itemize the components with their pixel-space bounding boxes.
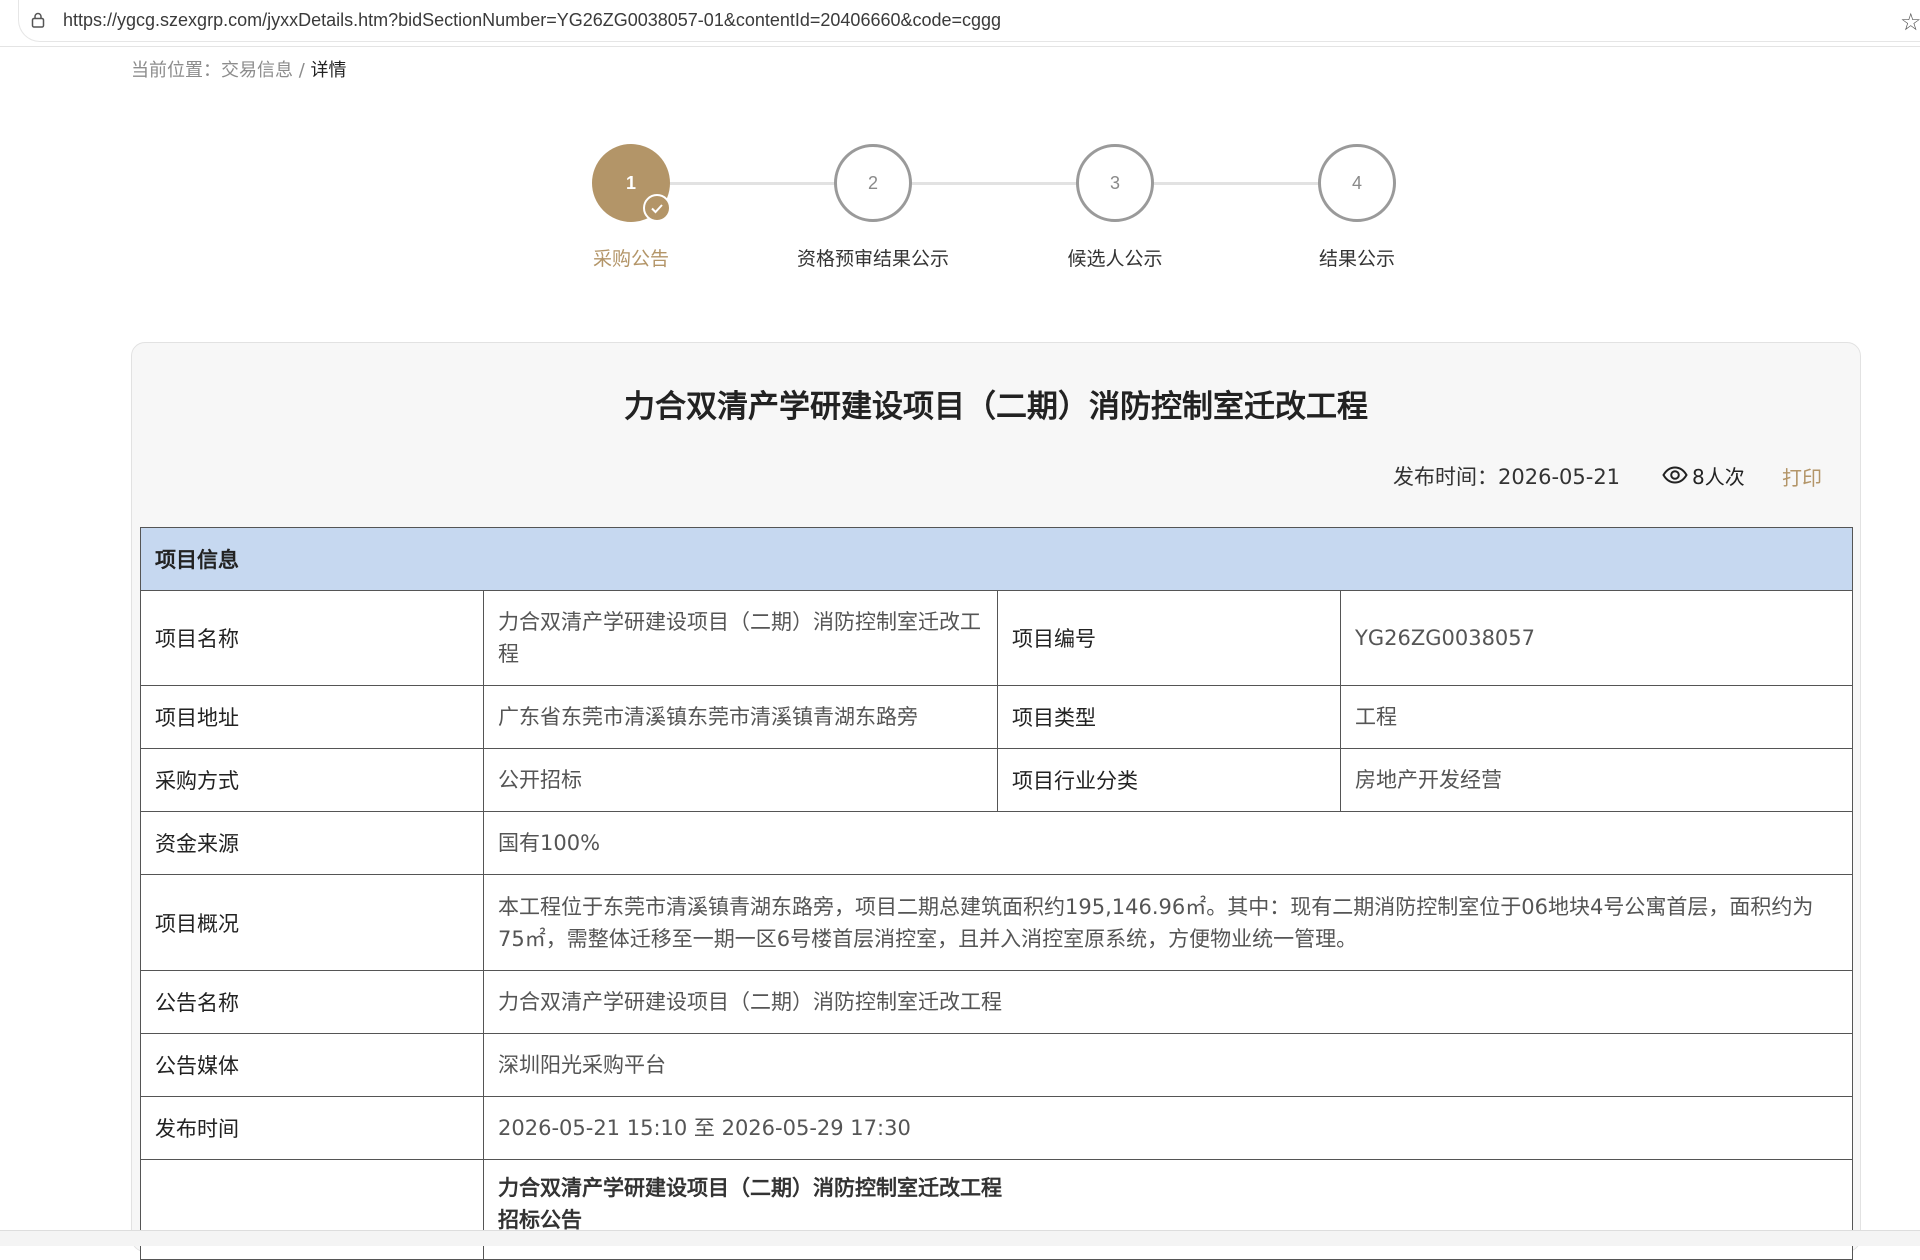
breadcrumb: 当前位置：交易信息 / 详情 [131, 56, 347, 82]
project-type-label: 项目类型 [997, 685, 1341, 749]
project-code-value: YG26ZG0038057 [1340, 590, 1853, 686]
step-4-label[interactable]: 结果公示 [1237, 244, 1477, 271]
notice-content-title: 力合双清产学研建设项目（二期）消防控制室迁改工程 [498, 1176, 1002, 1200]
breadcrumb-prefix: 当前位置： [131, 60, 221, 81]
check-icon [643, 194, 671, 222]
publish-period-value: 2026-05-21 15:10 至 2026-05-29 17:30 [483, 1096, 1853, 1160]
bookmark-star-icon[interactable]: ☆ [1900, 8, 1920, 36]
procurement-method-label: 采购方式 [140, 748, 484, 812]
table-row: 采购方式 公开招标 项目行业分类 房地产开发经营 [140, 748, 1853, 812]
page-title: 力合双清产学研建设项目（二期）消防控制室迁改工程 [624, 389, 1368, 425]
browser-address-bar: https://ygcg.szexgrp.com/jyxxDetails.htm… [0, 0, 1920, 47]
procurement-method-value: 公开招标 [483, 748, 998, 812]
table-row: 项目地址 广东省东莞市清溪镇东莞市清溪镇青湖东路旁 项目类型 工程 [140, 685, 1853, 749]
fund-source-label: 资金来源 [140, 811, 484, 875]
project-type-value: 工程 [1340, 685, 1853, 749]
fund-source-value: 国有100% [483, 811, 1853, 875]
publish-date-label: 发布时间： [1393, 465, 1498, 489]
table-row: 发布时间 2026-05-21 15:10 至 2026-05-29 17:30 [140, 1096, 1853, 1160]
notice-name-label: 公告名称 [140, 970, 484, 1034]
section-header: 项目信息 [140, 527, 1853, 591]
step-connector-3 [1154, 182, 1320, 185]
project-name-label: 项目名称 [140, 590, 484, 686]
step-1-number: 1 [625, 172, 636, 193]
table-row: 公告媒体 深圳阳光采购平台 [140, 1033, 1853, 1097]
project-address-label: 项目地址 [140, 685, 484, 749]
project-name-value: 力合双清产学研建设项目（二期）消防控制室迁改工程 [483, 590, 998, 686]
print-button[interactable]: 打印 [1782, 462, 1822, 491]
breadcrumb-current: 详情 [310, 60, 347, 81]
step-3-number: 3 [1109, 172, 1120, 193]
lock-icon[interactable] [31, 12, 45, 28]
table-row: 资金来源 国有100% [140, 811, 1853, 875]
notice-name-value: 力合双清产学研建设项目（二期）消防控制室迁改工程 [483, 970, 1853, 1034]
step-2-label[interactable]: 资格预审结果公示 [753, 244, 993, 271]
publish-period-label: 发布时间 [140, 1096, 484, 1160]
industry-label: 项目行业分类 [997, 748, 1341, 812]
step-2-number: 2 [867, 172, 878, 193]
table-row: 项目概况 本工程位于东莞市清溪镇青湖东路旁，项目二期总建筑面积约195,146.… [140, 874, 1853, 971]
horizontal-scrollbar[interactable] [0, 1230, 1920, 1246]
url-text[interactable]: https://ygcg.szexgrp.com/jyxxDetails.htm… [63, 10, 1001, 31]
overview-label: 项目概况 [140, 874, 484, 971]
table-section-header-row: 项目信息 [140, 527, 1853, 591]
project-code-label: 项目编号 [997, 590, 1341, 686]
breadcrumb-separator: / [293, 60, 311, 81]
notice-media-value: 深圳阳光采购平台 [483, 1033, 1853, 1097]
step-4-number: 4 [1351, 172, 1362, 193]
step-connector-1 [670, 182, 836, 185]
step-connector-2 [912, 182, 1078, 185]
publish-date: 发布时间：2026-05-21 [1393, 461, 1620, 491]
project-info-table: 项目信息 项目名称 力合双清产学研建设项目（二期）消防控制室迁改工程 项目编号 … [140, 527, 1853, 1260]
eye-icon [1662, 466, 1688, 484]
table-row: 项目名称 力合双清产学研建设项目（二期）消防控制室迁改工程 项目编号 YG26Z… [140, 590, 1853, 686]
industry-value: 房地产开发经营 [1340, 748, 1853, 812]
step-4-circle[interactable]: 4 [1318, 144, 1396, 222]
step-3-label[interactable]: 候选人公示 [995, 244, 1235, 271]
notice-media-label: 公告媒体 [140, 1033, 484, 1097]
publish-date-value: 2026-05-21 [1498, 465, 1621, 489]
table-row: 公告名称 力合双清产学研建设项目（二期）消防控制室迁改工程 [140, 970, 1853, 1034]
step-1-circle[interactable]: 1 [592, 144, 671, 222]
view-count-value: 8人次 [1692, 465, 1745, 489]
step-1-label[interactable]: 采购公告 [511, 244, 751, 271]
project-address-value: 广东省东莞市清溪镇东莞市清溪镇青湖东路旁 [483, 685, 998, 749]
view-count: 8人次 [1692, 461, 1745, 490]
breadcrumb-link-trade-info[interactable]: 交易信息 [221, 60, 293, 81]
step-2-circle[interactable]: 2 [834, 144, 912, 222]
overview-value: 本工程位于东莞市清溪镇青湖东路旁，项目二期总建筑面积约195,146.96㎡。其… [483, 874, 1853, 971]
step-3-circle[interactable]: 3 [1076, 144, 1154, 222]
